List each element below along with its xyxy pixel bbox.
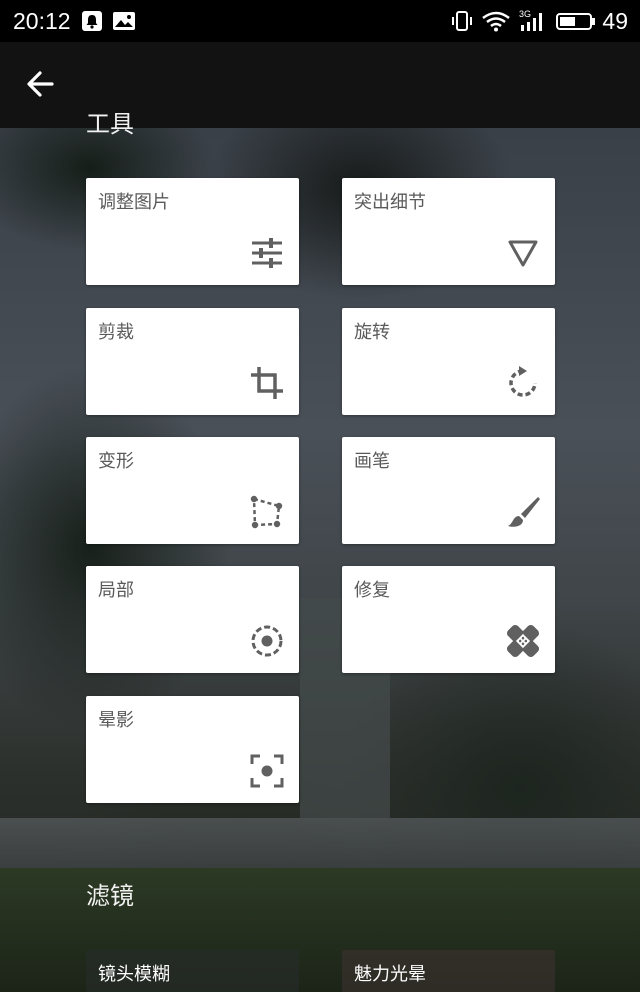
tool-tile-healing[interactable]: 修复 — [342, 566, 555, 673]
tool-label: 局部 — [98, 580, 134, 601]
tools-section-title: 工具 — [86, 110, 134, 138]
transform-icon — [250, 495, 283, 529]
tool-label: 画笔 — [354, 451, 390, 472]
signal-icon — [521, 13, 542, 31]
tool-tile-details[interactable]: 突出细节 — [342, 178, 555, 285]
tool-label: 突出细节 — [354, 192, 426, 213]
filter-label: 镜头模糊 — [98, 964, 170, 985]
brush-icon — [508, 497, 540, 527]
status-time: 20:12 — [13, 8, 71, 34]
filter-label: 魅力光晕 — [354, 964, 426, 985]
tool-tile-crop[interactable]: 剪裁 — [86, 308, 299, 415]
filter-tile-glamour-glow[interactable]: 魅力光晕 — [342, 950, 555, 992]
vignette-icon — [250, 754, 284, 788]
tool-label: 剪裁 — [98, 322, 134, 343]
filters-section-title: 滤镜 — [86, 882, 134, 910]
selective-icon — [251, 625, 283, 657]
tool-label: 晕影 — [98, 710, 134, 731]
tool-label: 修复 — [354, 580, 390, 601]
notification-icon — [82, 11, 102, 31]
tool-tile-selective[interactable]: 局部 — [86, 566, 299, 673]
details-triangle-icon — [508, 240, 538, 267]
battery-icon — [556, 13, 595, 30]
crop-icon — [251, 367, 283, 399]
tool-tile-rotate[interactable]: 旋转 — [342, 308, 555, 415]
battery-level: 49 — [602, 8, 628, 34]
tool-tile-tune-image[interactable]: 调整图片 — [86, 178, 299, 285]
tool-tile-vignette[interactable]: 晕影 — [86, 696, 299, 803]
back-arrow-icon[interactable] — [20, 62, 64, 106]
gallery-icon — [113, 12, 135, 30]
tool-label: 调整图片 — [98, 192, 170, 213]
tool-label: 旋转 — [354, 322, 390, 343]
tool-tile-transform[interactable]: 变形 — [86, 437, 299, 544]
wifi-icon — [482, 11, 510, 32]
vibrate-icon — [452, 11, 472, 31]
tool-label: 变形 — [98, 451, 134, 472]
filter-tile-lens-blur[interactable]: 镜头模糊 — [86, 950, 299, 992]
tune-icon — [252, 238, 282, 268]
rotate-icon — [509, 366, 537, 397]
tool-tile-brush[interactable]: 画笔 — [342, 437, 555, 544]
status-bar: 20:12 3G 49 — [0, 0, 640, 42]
healing-icon — [506, 624, 540, 658]
